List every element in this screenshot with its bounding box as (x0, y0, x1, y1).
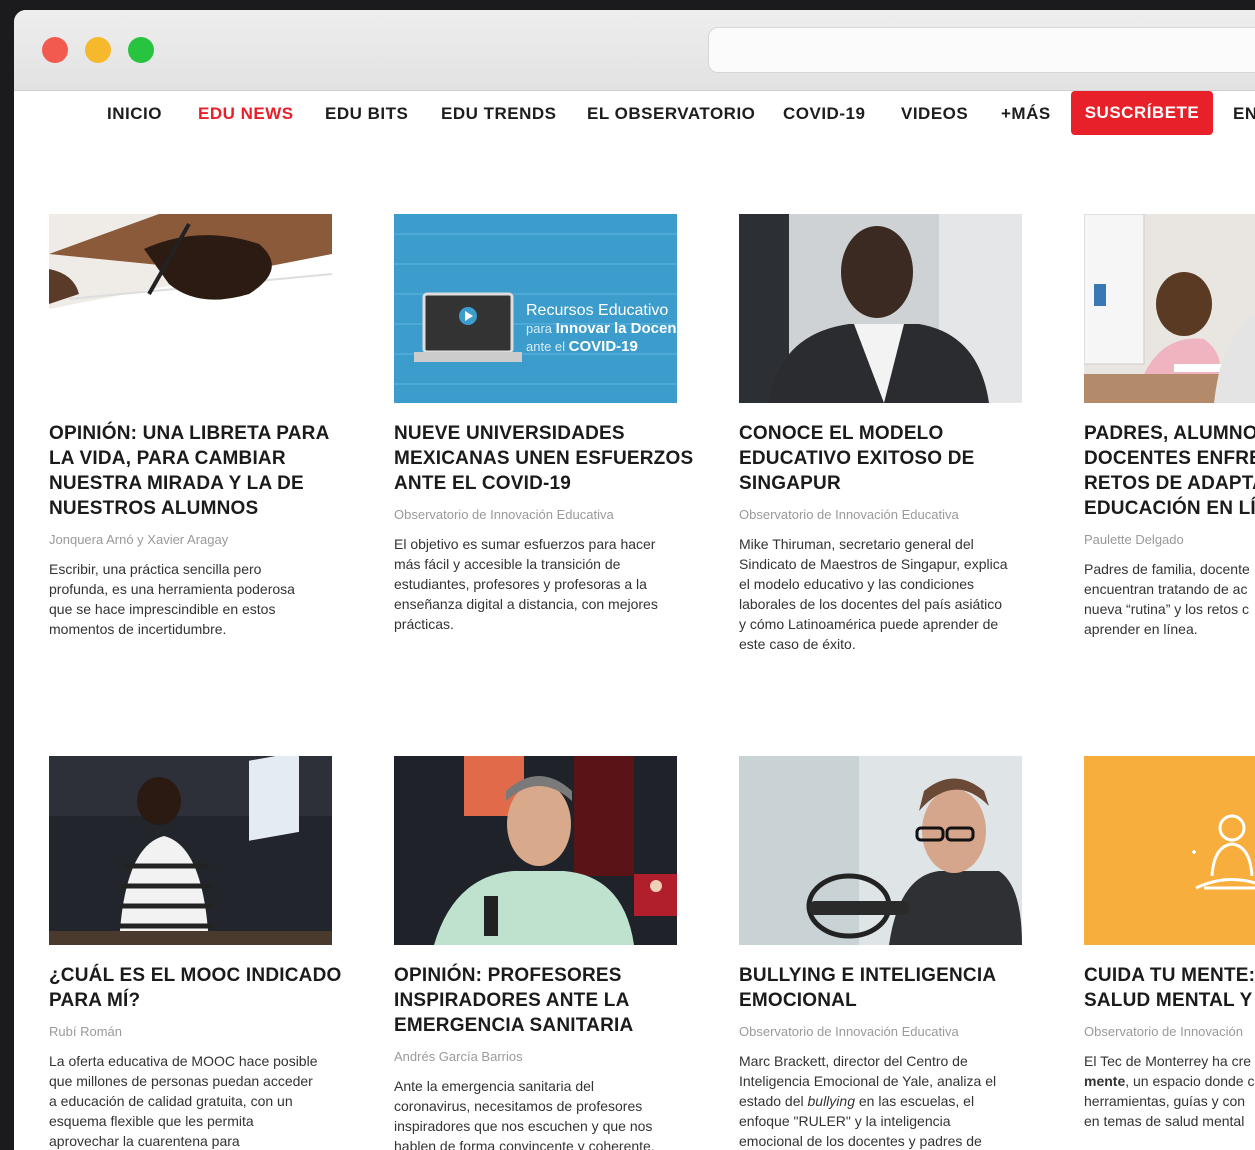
notebook-writing-image (49, 214, 332, 403)
language-switch[interactable]: EN (1233, 104, 1255, 124)
article-card[interactable]: ¿CUÁL ES EL MOOC INDICADO PARA MÍ? Rubí … (49, 756, 341, 1150)
article-title[interactable]: BULLYING E INTELIGENCIA EMOCIONAL (739, 963, 1023, 1013)
article-excerpt: El objetivo es sumar esfuerzos para hace… (394, 536, 658, 632)
article-card[interactable]: CONOCE EL MODELO EDUCATIVO EXITOSO DE SI… (739, 214, 1023, 654)
article-excerpt: Mike Thiruman, secretario general del Si… (739, 536, 1008, 652)
close-window-button[interactable] (42, 37, 68, 63)
nav-item-covid-19[interactable]: COVID-19 (783, 104, 865, 124)
press-conference-image (394, 756, 677, 945)
article-author: Observatorio de Innovación Educativa (394, 507, 614, 522)
article-excerpt: Escribir, una práctica sencilla pero pro… (49, 561, 295, 637)
nav-item-inicio[interactable]: INICIO (107, 104, 162, 124)
article-card[interactable]: Recursos Educativo para Innovar la Docen… (394, 214, 693, 634)
thumbnail-caption: Recursos Educativo para Innovar la Docen… (526, 302, 677, 355)
article-author: Andrés García Barrios (394, 1049, 523, 1064)
browser-titlebar (14, 10, 1255, 91)
article-card[interactable]: OPINIÓN: PROFESORES INSPIRADORES ANTE LA… (394, 756, 678, 1150)
article-thumbnail[interactable] (394, 756, 677, 945)
article-thumbnail[interactable] (1084, 756, 1255, 945)
browser-window: INICIO EDU NEWS EDU BITS EDU TRENDS EL O… (14, 10, 1255, 1150)
article-thumbnail[interactable] (739, 214, 1022, 403)
article-author: Observatorio de Innovación Educativa (739, 507, 959, 522)
article-title[interactable]: CONOCE EL MODELO EDUCATIVO EXITOSO DE SI… (739, 421, 1023, 496)
article-excerpt: Ante la emergencia sanitaria del coronav… (394, 1078, 655, 1150)
article-author: Rubí Román (49, 1024, 122, 1039)
subscribe-button[interactable]: SUSCRÍBETE (1071, 91, 1213, 135)
article-thumbnail[interactable] (49, 756, 332, 945)
article-card[interactable]: CUIDA TU MENTE: U SALUD MENTAL Y E Obser… (1084, 756, 1255, 1131)
article-title[interactable]: PADRES, ALUMNOS DOCENTES ENFREN RETOS DE… (1084, 421, 1255, 521)
article-thumbnail[interactable] (49, 214, 332, 403)
interview-microphone-image (739, 756, 1022, 945)
article-author: Jonquera Arnó y Xavier Aragay (49, 532, 229, 547)
article-thumbnail[interactable]: Recursos Educativo para Innovar la Docen… (394, 214, 677, 403)
maximize-window-button[interactable] (128, 37, 154, 63)
nav-item-el-observatorio[interactable]: EL OBSERVATORIO (587, 104, 755, 124)
address-bar[interactable] (708, 27, 1255, 73)
article-card[interactable]: BULLYING E INTELIGENCIA EMOCIONAL Observ… (739, 756, 1023, 1150)
nav-item-videos[interactable]: VIDEOS (901, 104, 968, 124)
article-author: Paulette Delgado (1084, 532, 1184, 547)
article-thumbnail[interactable] (1084, 214, 1255, 403)
nav-item-edu-trends[interactable]: EDU TRENDS (441, 104, 557, 124)
speaker-portrait-image (739, 214, 1022, 403)
main-nav: INICIO EDU NEWS EDU BITS EDU TRENDS EL O… (14, 91, 1255, 137)
article-title[interactable]: NUEVE UNIVERSIDADES MEXICANAS UNEN ESFUE… (394, 421, 693, 496)
article-card[interactable]: OPINIÓN: UNA LIBRETA PARA LA VIDA, PARA … (49, 214, 333, 639)
article-title[interactable]: CUIDA TU MENTE: U SALUD MENTAL Y E (1084, 963, 1255, 1013)
article-excerpt: Padres de familia, docente encuentran tr… (1084, 561, 1250, 637)
article-title[interactable]: OPINIÓN: UNA LIBRETA PARA LA VIDA, PARA … (49, 421, 333, 521)
woman-computer-image (49, 756, 332, 945)
article-excerpt: La oferta educativa de MOOC hace posible… (49, 1053, 318, 1149)
nav-item-edu-bits[interactable]: EDU BITS (325, 104, 408, 124)
minimize-window-button[interactable] (85, 37, 111, 63)
article-title[interactable]: OPINIÓN: PROFESORES INSPIRADORES ANTE LA… (394, 963, 678, 1038)
article-title[interactable]: ¿CUÁL ES EL MOOC INDICADO PARA MÍ? (49, 963, 341, 1013)
article-author: Observatorio de Innovación Educativa (739, 1024, 959, 1039)
article-excerpt: Marc Brackett, director del Centro de In… (739, 1053, 997, 1149)
article-excerpt: El Tec de Monterrey ha cre mente, un esp… (1084, 1053, 1255, 1129)
article-author: Observatorio de Innovación (1084, 1024, 1243, 1039)
nav-item-mas[interactable]: +MÁS (1001, 104, 1051, 124)
meditation-icon (1084, 756, 1255, 945)
family-study-image (1084, 214, 1255, 403)
article-thumbnail[interactable] (739, 756, 1022, 945)
nav-item-edu-news[interactable]: EDU NEWS (198, 104, 294, 124)
article-card[interactable]: PADRES, ALUMNOS DOCENTES ENFREN RETOS DE… (1084, 214, 1255, 639)
